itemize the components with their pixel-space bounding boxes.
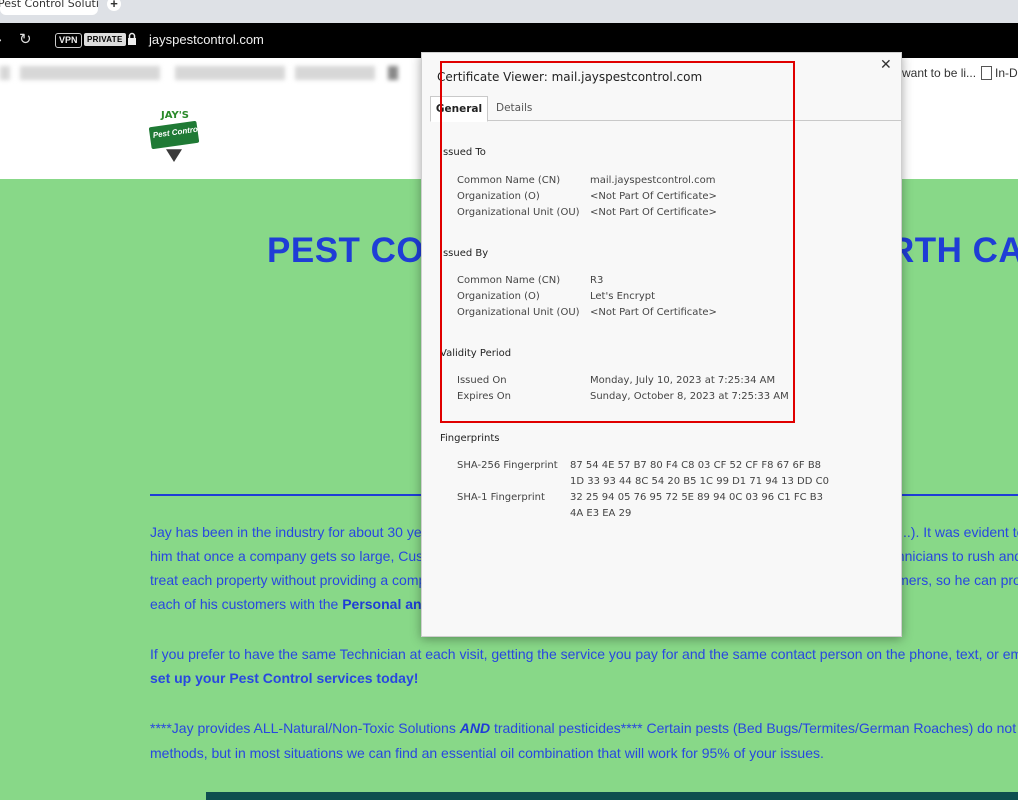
fingerprint-value: 1D 33 93 44 8C 54 20 B5 1C 99 D1 71 94 1… xyxy=(570,476,829,487)
site-logo[interactable]: JAY'S Pest Control xyxy=(148,110,201,164)
url-field[interactable]: jayspestcontrol.com xyxy=(149,32,264,47)
emphasis-text: AND xyxy=(459,720,491,736)
section-heading-issued-to: Issued To xyxy=(440,147,486,158)
dialog-tab-bar: General Details xyxy=(430,96,901,122)
lock-icon[interactable] xyxy=(127,32,137,46)
private-badge: PRIVATE xyxy=(84,33,126,46)
field-value: Let's Encrypt xyxy=(590,291,656,302)
field-value: Sunday, October 8, 2023 at 7:25:33 AM xyxy=(590,391,789,402)
blurred-bookmark xyxy=(175,66,285,80)
section-heading-validity: Validity Period xyxy=(440,348,512,359)
field-value: Monday, July 10, 2023 at 7:25:34 AM xyxy=(590,375,776,386)
bookmark-item[interactable]: In-De xyxy=(995,66,1018,80)
paragraph-line: methods, but in most situations we can f… xyxy=(150,745,824,761)
field-label: SHA-256 Fingerprint xyxy=(457,460,558,471)
close-icon[interactable]: ✕ xyxy=(880,57,892,73)
blurred-bookmark xyxy=(0,66,10,80)
field-label: Expires On xyxy=(457,391,512,402)
paragraph-line: If you prefer to have the same Technicia… xyxy=(150,646,1018,662)
bug-icon xyxy=(166,149,182,162)
field-label: Issued On xyxy=(457,375,507,386)
logo-top-text: JAY'S xyxy=(161,110,190,121)
text-span: ****Jay provides ALL-Natural/Non-Toxic S… xyxy=(150,720,460,736)
logo-badge: Pest Control xyxy=(148,120,201,150)
field-value: mail.jayspestcontrol.com xyxy=(590,175,716,186)
tab-strip: Pest Control Solution + xyxy=(0,0,1018,23)
footer-bar xyxy=(206,792,1018,800)
field-label: Common Name (CN) xyxy=(457,175,561,186)
blurred-bookmark xyxy=(20,66,160,80)
paragraph-line: ****Jay provides ALL-Natural/Non-Toxic S… xyxy=(150,720,1018,736)
tab-title: Pest Control Solution xyxy=(0,0,98,10)
field-value: R3 xyxy=(590,275,604,286)
blurred-bookmark xyxy=(388,66,398,80)
new-tab-button[interactable]: + xyxy=(107,0,121,11)
back-arrow-icon[interactable]: › xyxy=(0,31,2,47)
field-label: Organizational Unit (OU) xyxy=(457,307,580,318)
certificate-viewer-dialog: Certificate Viewer: mail.jayspestcontrol… xyxy=(421,52,902,637)
blurred-bookmark xyxy=(295,66,375,80)
fingerprint-value: 32 25 94 05 76 95 72 5E 89 94 0C 03 96 C… xyxy=(570,492,823,503)
text-span: traditional pesticides**** Certain pests… xyxy=(493,720,1018,736)
section-heading-fingerprints: Fingerprints xyxy=(440,433,500,444)
tab-details[interactable]: Details xyxy=(496,96,532,120)
field-label: Organizational Unit (OU) xyxy=(457,207,580,218)
field-label: SHA-1 Fingerprint xyxy=(457,492,545,503)
bookmark-item[interactable]: want to be li... xyxy=(902,66,976,80)
field-label: Organization (O) xyxy=(457,191,540,202)
fingerprint-value: 87 54 4E 57 B7 80 F4 C8 03 CF 52 CF F8 6… xyxy=(570,460,822,471)
dialog-title: Certificate Viewer: mail.jayspestcontrol… xyxy=(437,70,703,84)
field-value: <Not Part Of Certificate> xyxy=(590,191,717,202)
field-label: Organization (O) xyxy=(457,291,540,302)
tab-general[interactable]: General xyxy=(430,96,488,122)
field-value: <Not Part Of Certificate> xyxy=(590,307,717,318)
paragraph-line: set up your Pest Control services today! xyxy=(150,670,419,686)
field-label: Common Name (CN) xyxy=(457,275,561,286)
browser-tab[interactable]: Pest Control Solution xyxy=(0,0,98,15)
vpn-badge[interactable]: VPN xyxy=(55,33,82,48)
field-value: <Not Part Of Certificate> xyxy=(590,207,717,218)
section-heading-issued-by: Issued By xyxy=(440,248,489,259)
logo-badge-text: Pest Control xyxy=(152,124,201,140)
fingerprint-value: 4A E3 EA 29 xyxy=(570,508,632,519)
reload-icon[interactable]: ↻ xyxy=(19,30,32,48)
document-icon xyxy=(981,66,992,80)
